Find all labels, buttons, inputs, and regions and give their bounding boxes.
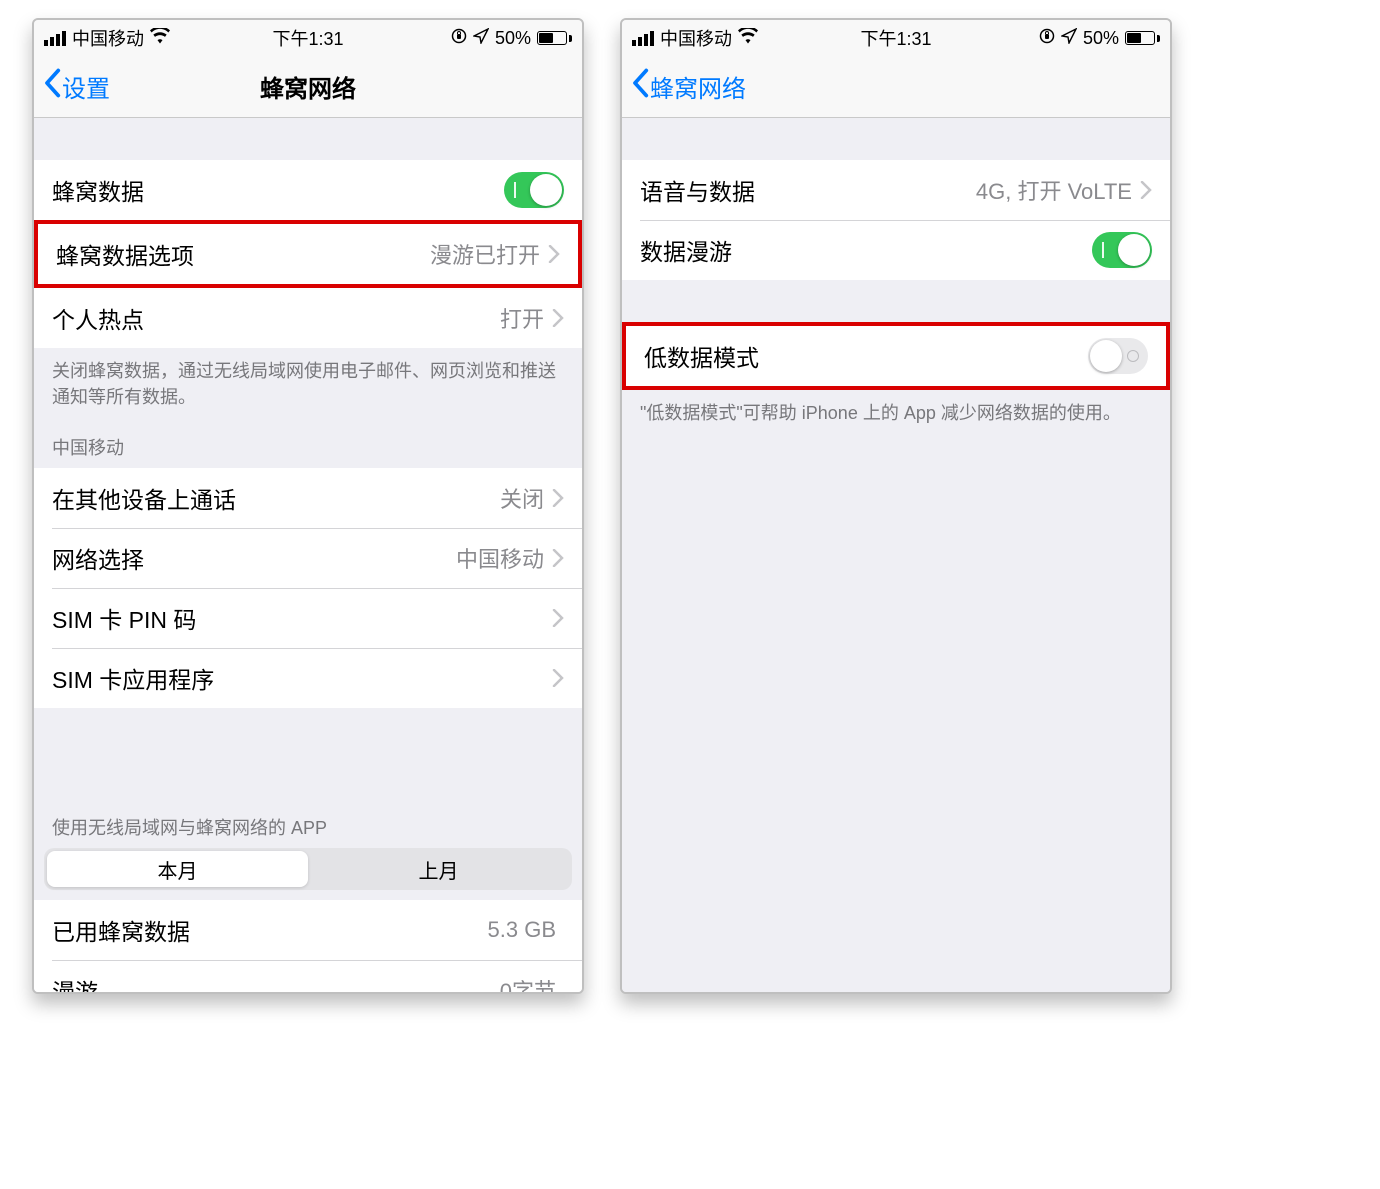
label: SIM 卡 PIN 码: [52, 601, 552, 635]
value: 0字节: [500, 974, 556, 992]
label: 在其他设备上通话: [52, 481, 500, 515]
back-button[interactable]: 蜂窝网络: [630, 68, 746, 105]
section-header-apps: 使用无线局域网与蜂窝网络的 APP: [34, 808, 582, 848]
rotation-lock-icon: [451, 28, 467, 49]
label: 网络选择: [52, 541, 456, 575]
carrier-label: 中国移动: [72, 25, 144, 51]
value: 漫游已打开: [430, 238, 540, 270]
chevron-right-icon: [552, 489, 564, 507]
highlight-cellular-options: 蜂窝数据选项 漫游已打开: [34, 220, 582, 288]
signal-icon: [632, 31, 654, 46]
segment-last-month[interactable]: 上月: [308, 851, 569, 887]
chevron-right-icon: [548, 245, 560, 263]
row-network-selection[interactable]: 网络选择 中国移动: [34, 528, 582, 588]
wifi-icon: [738, 28, 758, 49]
segmented-period[interactable]: 本月 上月: [44, 848, 572, 890]
chevron-right-icon: [1140, 181, 1152, 199]
label: 低数据模式: [644, 339, 1088, 373]
chevron-right-icon: [552, 669, 564, 687]
label: 漫游: [52, 973, 500, 992]
label: 语音与数据: [640, 173, 976, 207]
highlight-low-data-mode: 低数据模式: [622, 322, 1170, 390]
chevron-right-icon: [552, 609, 564, 627]
content-left: 蜂窝数据 蜂窝数据选项 漫游已打开 个人热点 打开 关闭蜂窝数据，通过无线局域网…: [34, 118, 582, 992]
label: 蜂窝数据: [52, 173, 504, 207]
value: 关闭: [500, 482, 544, 514]
label: SIM 卡应用程序: [52, 661, 552, 695]
back-label: 蜂窝网络: [650, 69, 746, 104]
content-right: 语音与数据 4G, 打开 VoLTE 数据漫游 低数据模式 "低数据模式"可帮助…: [622, 118, 1170, 992]
segment-this-month[interactable]: 本月: [47, 851, 308, 887]
segmented-wrap: 本月 上月: [34, 848, 582, 890]
page-title: 蜂窝网络: [34, 69, 582, 104]
value: 4G, 打开 VoLTE: [976, 174, 1132, 206]
label: 数据漫游: [640, 233, 1092, 267]
row-calls-on-other-devices[interactable]: 在其他设备上通话 关闭: [34, 468, 582, 528]
chevron-right-icon: [552, 309, 564, 327]
rotation-lock-icon: [1039, 28, 1055, 49]
nav-bar: 蜂窝网络: [622, 56, 1170, 118]
row-personal-hotspot[interactable]: 个人热点 打开: [34, 288, 582, 348]
row-voice-and-data[interactable]: 语音与数据 4G, 打开 VoLTE: [622, 160, 1170, 220]
status-bar: 中国移动 下午1:31 50%: [622, 20, 1170, 56]
label: 个人热点: [52, 301, 500, 335]
carrier-label: 中国移动: [660, 25, 732, 51]
phone-left: 中国移动 下午1:31 50% 设置 蜂窝网络: [32, 18, 584, 994]
data-roaming-toggle[interactable]: [1092, 232, 1152, 268]
back-button[interactable]: 设置: [42, 68, 110, 105]
label: 已用蜂窝数据: [52, 913, 488, 947]
location-icon: [473, 28, 489, 49]
phone-right: 中国移动 下午1:31 50% 蜂窝网络: [620, 18, 1172, 994]
battery-icon: [537, 31, 572, 45]
battery-percent: 50%: [495, 28, 531, 49]
value: 5.3 GB: [488, 917, 556, 943]
row-used-cellular-data[interactable]: 已用蜂窝数据 5.3 GB: [34, 900, 582, 960]
row-data-roaming[interactable]: 数据漫游: [622, 220, 1170, 280]
row-cellular-data[interactable]: 蜂窝数据: [34, 160, 582, 220]
footer-cellular-off: 关闭蜂窝数据，通过无线局域网使用电子邮件、网页浏览和推送通知等所有数据。: [34, 348, 582, 416]
chevron-right-icon: [552, 549, 564, 567]
row-roaming-usage[interactable]: 漫游 0字节: [34, 960, 582, 992]
status-bar: 中国移动 下午1:31 50%: [34, 20, 582, 56]
battery-percent: 50%: [1083, 28, 1119, 49]
row-sim-pin[interactable]: SIM 卡 PIN 码: [34, 588, 582, 648]
location-icon: [1061, 28, 1077, 49]
wifi-icon: [150, 28, 170, 49]
chevron-left-icon: [42, 68, 62, 105]
section-header-carrier: 中国移动: [34, 416, 582, 468]
battery-icon: [1125, 31, 1160, 45]
row-sim-apps[interactable]: SIM 卡应用程序: [34, 648, 582, 708]
footer-low-data: "低数据模式"可帮助 iPhone 上的 App 减少网络数据的使用。: [622, 390, 1170, 432]
signal-icon: [44, 31, 66, 46]
nav-bar: 设置 蜂窝网络: [34, 56, 582, 118]
value: 中国移动: [456, 542, 544, 574]
chevron-left-icon: [630, 68, 650, 105]
label: 蜂窝数据选项: [56, 237, 430, 271]
row-low-data-mode[interactable]: 低数据模式: [626, 326, 1166, 386]
value: 打开: [500, 302, 544, 334]
back-label: 设置: [62, 69, 110, 104]
low-data-mode-toggle[interactable]: [1088, 338, 1148, 374]
cellular-data-toggle[interactable]: [504, 172, 564, 208]
row-cellular-options[interactable]: 蜂窝数据选项 漫游已打开: [38, 224, 578, 284]
